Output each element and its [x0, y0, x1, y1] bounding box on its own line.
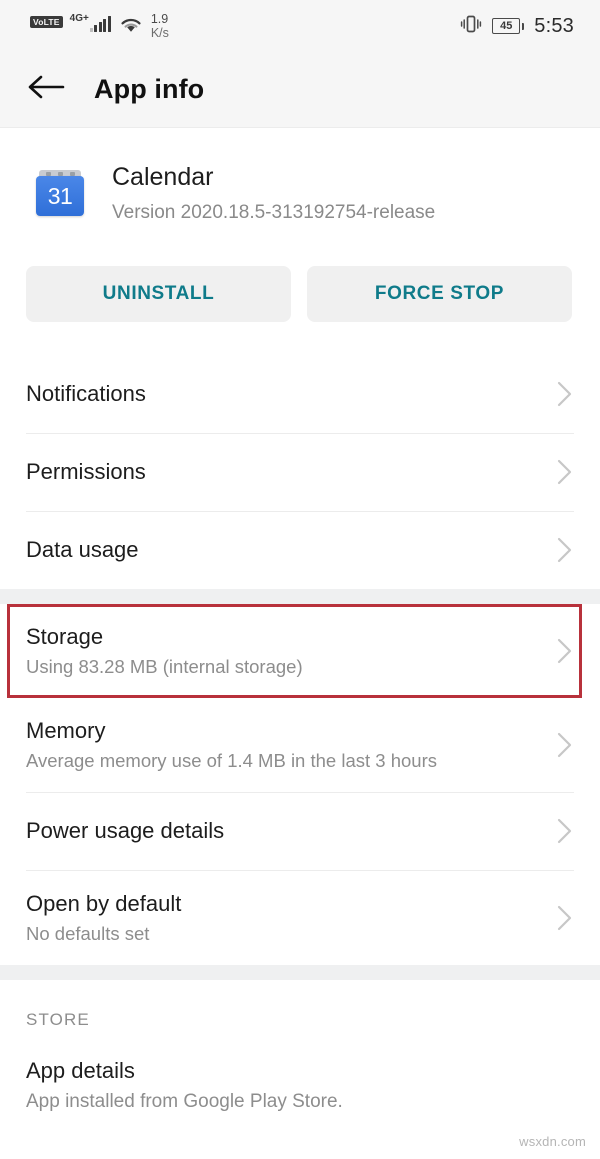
chevron-right-icon — [548, 535, 574, 565]
signal-strength-bars — [89, 16, 111, 33]
arrow-left-icon — [27, 74, 65, 105]
list-item-data-usage[interactable]: Data usage — [0, 511, 600, 589]
settings-list-group-1: Notifications Permissions Data usage — [0, 355, 600, 589]
app-identity: Calendar Version 2020.18.5-313192754-rel… — [112, 163, 436, 224]
calendar-icon-day: 31 — [47, 182, 73, 209]
action-buttons: UNINSTALL FORCE STOP — [0, 224, 600, 322]
watermark: wsxdn.com — [519, 1134, 586, 1149]
calendar-app-icon: 31 — [36, 170, 84, 216]
list-item-permissions[interactable]: Permissions — [0, 433, 600, 511]
app-bar: App info — [0, 52, 600, 128]
battery-icon: 45 — [492, 18, 525, 34]
data-rate-unit: K/s — [150, 25, 169, 40]
vibrate-icon — [460, 14, 482, 39]
chevron-right-icon — [548, 816, 574, 846]
list-item-memory[interactable]: Memory Average memory use of 1.4 MB in t… — [0, 697, 600, 792]
list-item-subtitle: Average memory use of 1.4 MB in the last… — [26, 750, 437, 772]
clock-label: 5:53 — [534, 14, 574, 37]
data-rate-indicator: 1.9 K/s — [151, 13, 169, 39]
section-band — [0, 964, 600, 980]
chevron-right-icon — [548, 379, 574, 409]
storage-row-wrapper: Storage Using 83.28 MB (internal storage… — [0, 603, 600, 698]
list-item-title: Power usage details — [26, 818, 225, 844]
data-rate-value: 1.9 — [150, 12, 169, 27]
volte-icon: VoLTE — [30, 16, 63, 28]
back-button[interactable] — [26, 70, 66, 110]
list-item-title: Storage — [26, 623, 104, 649]
page-title: App info — [94, 74, 205, 104]
status-bar-right: 45 5:53 — [460, 14, 574, 39]
list-item-title: App details — [26, 1057, 135, 1083]
app-header: 31 Calendar Version 2020.18.5-313192754-… — [0, 128, 600, 224]
status-bar-left: VoLTE 4G+ 1.9 K/s — [30, 12, 169, 39]
list-item-subtitle: App installed from Google Play Store. — [26, 1090, 343, 1112]
battery-level-label: 45 — [500, 19, 513, 32]
wifi-icon — [118, 15, 144, 39]
list-item-open-by-default[interactable]: Open by default No defaults set — [0, 870, 600, 965]
list-item-power-usage-details[interactable]: Power usage details — [0, 792, 600, 870]
chevron-right-icon — [548, 903, 574, 933]
status-bar: VoLTE 4G+ 1.9 K/s 45 5:53 — [0, 0, 600, 52]
list-item-storage[interactable]: Storage Using 83.28 MB (internal storage… — [0, 603, 600, 698]
app-name: Calendar — [112, 163, 214, 191]
section-header-store: STORE — [26, 1009, 90, 1029]
list-item-app-details[interactable]: App details App installed from Google Pl… — [0, 1030, 600, 1113]
list-item-title: Open by default — [26, 890, 182, 916]
list-item-subtitle: No defaults set — [26, 923, 150, 945]
settings-list-group-2: Storage Using 83.28 MB (internal storage… — [0, 603, 600, 965]
section-band — [0, 588, 600, 604]
app-version: Version 2020.18.5-313192754-release — [112, 201, 436, 223]
signal-bars-icon: 4G+ — [69, 13, 111, 33]
list-item-title: Permissions — [26, 459, 146, 485]
list-item-title: Data usage — [26, 537, 139, 563]
list-item-title: Memory — [26, 717, 106, 743]
list-item-subtitle: Using 83.28 MB (internal storage) — [26, 656, 303, 678]
list-item-notifications[interactable]: Notifications — [0, 355, 600, 433]
uninstall-button[interactable]: UNINSTALL — [26, 265, 291, 322]
force-stop-button[interactable]: FORCE STOP — [307, 265, 572, 322]
chevron-right-icon — [548, 730, 574, 760]
chevron-right-icon — [548, 636, 574, 666]
list-item-title: Notifications — [26, 381, 146, 407]
chevron-right-icon — [548, 457, 574, 487]
network-type-label: 4G+ — [69, 13, 89, 25]
store-section: STORE App details App installed from Goo… — [0, 980, 600, 1113]
